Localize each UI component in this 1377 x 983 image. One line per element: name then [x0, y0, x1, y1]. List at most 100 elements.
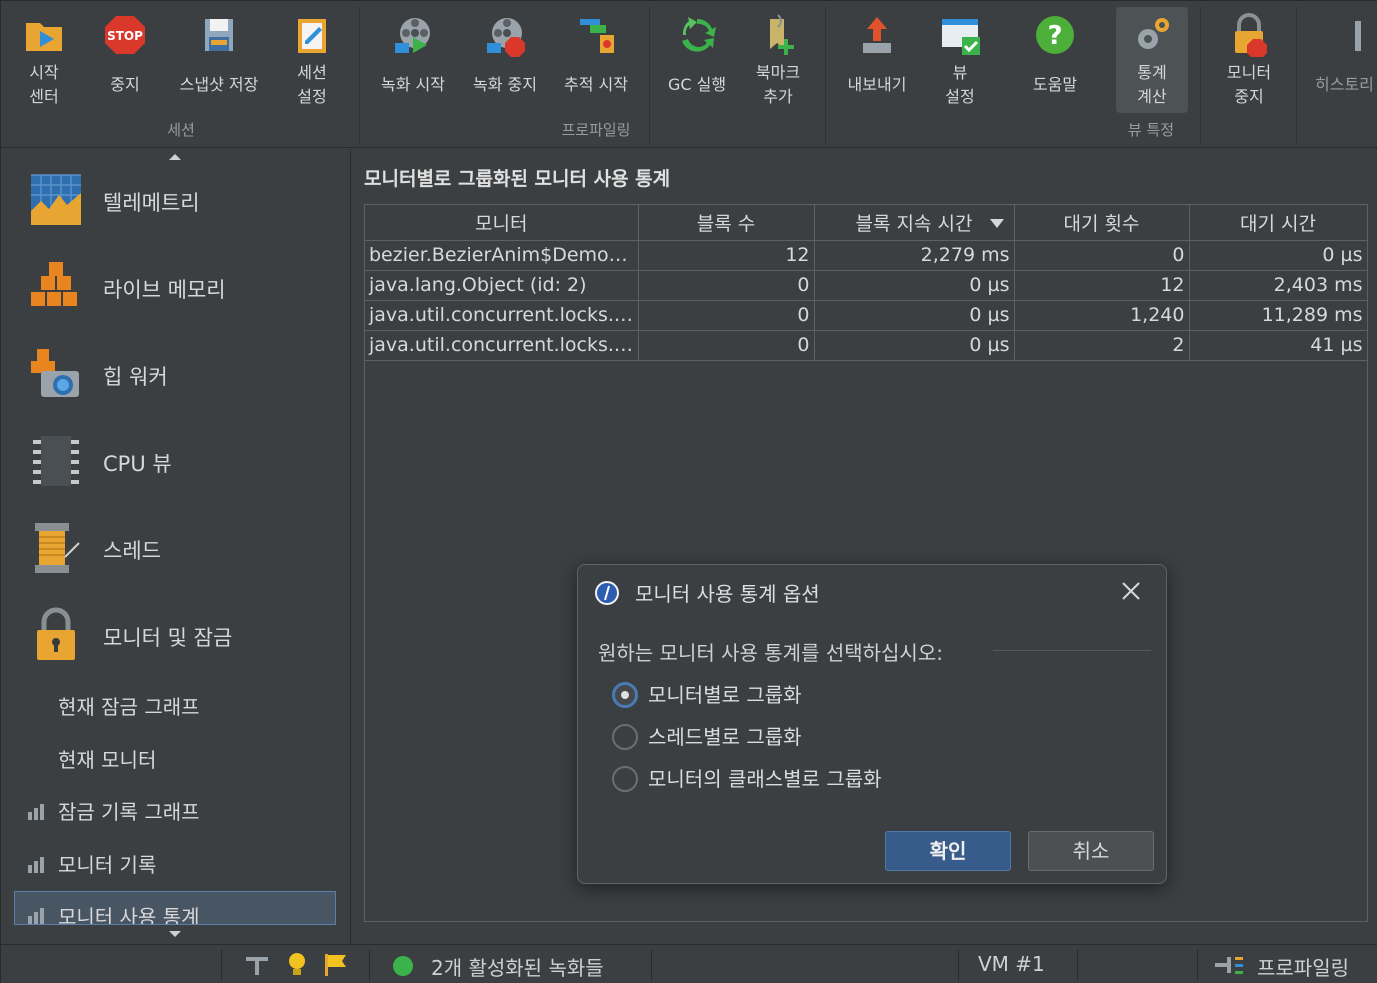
sidebar-item-threads[interactable]: 스레드 — [1, 502, 351, 588]
bar-chart-icon — [28, 857, 44, 873]
cell-block-count: 0 — [638, 300, 815, 331]
radio-button[interactable] — [612, 724, 638, 750]
flag-icon[interactable] — [323, 952, 349, 978]
table-row[interactable]: java.lang.Object (id: 2) 0 0 µs 12 2,403… — [365, 270, 1368, 301]
cell-monitor: java.util.concurrent.locks.R... — [365, 330, 639, 361]
session-settings-icon — [298, 19, 326, 53]
profiling-mode-icon — [1215, 957, 1243, 974]
toolbar-separator — [359, 7, 360, 143]
recording-active-icon — [393, 956, 413, 976]
column-header-monitor[interactable]: 모니터 — [365, 205, 639, 241]
cell-block-count: 12 — [638, 240, 815, 271]
session-settings-button[interactable]: 세션 설정 — [277, 7, 347, 113]
stop-recording-button[interactable]: 녹화 중지 — [461, 7, 549, 113]
active-recordings-status[interactable]: 2개 활성화된 녹화들 — [431, 952, 604, 981]
cell-monitor: java.util.concurrent.locks.A... — [365, 300, 639, 331]
start-center-button[interactable]: 시작 센터 — [7, 7, 81, 113]
profiling-mode-status[interactable]: 프로파일링 — [1257, 952, 1349, 981]
status-bar: 2개 활성화된 녹화들 VM #1 프로파일링 — [1, 944, 1377, 983]
cell-wait-duration: 0 µs — [1189, 240, 1368, 271]
vm-status[interactable]: VM #1 — [978, 952, 1045, 976]
radio-button[interactable] — [612, 766, 638, 792]
group-label-session: 세션 — [167, 121, 195, 139]
cell-monitor: java.lang.Object (id: 2) — [365, 270, 639, 301]
cell-block-duration: 0 µs — [814, 270, 1015, 301]
column-header-block-duration[interactable]: 블록 지속 시간 — [814, 205, 1015, 241]
pin-icon[interactable] — [244, 953, 270, 977]
stop-button[interactable]: STOP 중지 — [89, 7, 161, 113]
stop-icon: STOP — [105, 16, 145, 54]
app-window: 시작 센터 STOP 중지 스냅샷 저장 세션 설정 녹화 시작 녹화 중지 추… — [0, 0, 1377, 983]
close-icon[interactable] — [1118, 578, 1144, 604]
svg-text:?: ? — [1047, 21, 1062, 51]
cell-block-duration: 2,279 ms — [814, 240, 1015, 271]
column-header-wait-duration[interactable]: 대기 시간 — [1189, 205, 1368, 241]
status-separator — [651, 949, 652, 981]
svg-text:STOP: STOP — [107, 29, 143, 43]
table-row[interactable]: bezier.BezierAnim$Demo (i... 12 2,279 ms… — [365, 240, 1368, 271]
cell-wait-count: 1,240 — [1014, 300, 1190, 331]
add-bookmark-button[interactable]: 북마크 추가 — [741, 7, 815, 113]
help-icon: ? — [1036, 16, 1074, 54]
table-header: 모니터 블록 수 블록 지속 시간 대기 횟수 대기 시간 — [365, 205, 1368, 241]
cell-wait-duration: 41 µs — [1189, 330, 1368, 361]
status-separator — [1197, 949, 1198, 981]
ok-button[interactable]: 확인 — [885, 831, 1011, 871]
sidebar-item-cpu-views[interactable]: CPU 뷰 — [1, 415, 351, 501]
stop-monitor-button[interactable]: 모니터 중지 — [1211, 7, 1287, 113]
table-row[interactable]: java.util.concurrent.locks.A... 0 0 µs 1… — [365, 300, 1368, 331]
save-snapshot-button[interactable]: 스냅샷 저장 — [167, 7, 271, 113]
sidebar-subitem-current-locking-graph[interactable]: 현재 잠금 그래프 — [1, 681, 351, 725]
cpu-icon — [33, 436, 79, 486]
status-separator — [221, 949, 222, 981]
dialog-title: 모니터 사용 통계 옵션 — [635, 582, 820, 606]
start-recording-button[interactable]: 녹화 시작 — [369, 7, 457, 113]
stop-recording-icon — [487, 18, 525, 57]
sidebar: 텔레메트리 라이브 메모리 힙 워커 CPU 뷰 스레드 모니터 및 잠금 현재… — [1, 149, 351, 944]
save-snapshot-icon — [205, 19, 233, 51]
column-header-wait-count[interactable]: 대기 횟수 — [1014, 205, 1190, 241]
cell-wait-count: 2 — [1014, 330, 1190, 361]
cell-block-duration: 0 µs — [814, 330, 1015, 361]
sidebar-item-live-memory[interactable]: 라이브 메모리 — [1, 241, 351, 327]
compute-statistics-button[interactable]: 통계 계산 — [1116, 7, 1188, 113]
sidebar-subitem-locking-history-graph[interactable]: 잠금 기록 그래프 — [1, 786, 351, 830]
add-bookmark-icon — [770, 14, 794, 55]
divider — [993, 650, 1151, 651]
history-icon — [1355, 21, 1361, 51]
threads-icon — [35, 523, 80, 573]
sidebar-subitem-monitor-usage-statistics[interactable]: 모니터 사용 통계 — [14, 891, 336, 925]
sidebar-subitem-monitor-history[interactable]: 모니터 기록 — [1, 839, 351, 883]
lightbulb-icon[interactable] — [286, 951, 308, 979]
gc-icon — [682, 17, 716, 52]
column-header-block-count[interactable]: 블록 수 — [638, 205, 815, 241]
table-row[interactable]: java.util.concurrent.locks.R... 0 0 µs 2… — [365, 330, 1368, 361]
start-recording-icon — [395, 18, 430, 53]
group-label-profiling: 프로파일링 — [561, 121, 631, 139]
status-separator — [958, 949, 959, 981]
help-button[interactable]: ? 도움말 — [1017, 7, 1093, 113]
scroll-down-arrow[interactable] — [169, 931, 181, 937]
cell-block-count: 0 — [638, 330, 815, 361]
cell-wait-duration: 2,403 ms — [1189, 270, 1368, 301]
sidebar-subitem-current-monitors[interactable]: 현재 모니터 — [1, 734, 351, 778]
view-settings-button[interactable]: 뷰 설정 — [923, 7, 997, 113]
view-settings-icon — [942, 19, 980, 55]
dialog-prompt: 원하는 모니터 사용 통계를 선택하십시오: — [598, 641, 943, 665]
history-button[interactable]: 히스토리 — [1307, 7, 1377, 113]
cell-monitor: bezier.BezierAnim$Demo (i... — [365, 240, 639, 271]
lock-icon — [37, 607, 75, 660]
start-tracking-button[interactable]: 추적 시작 — [553, 7, 639, 113]
radio-button[interactable] — [612, 682, 638, 708]
compute-statistics-icon — [1138, 18, 1169, 49]
sidebar-item-telemetry[interactable]: 텔레메트리 — [1, 154, 351, 240]
run-gc-button[interactable]: GC 실행 — [657, 7, 737, 113]
telemetry-icon — [31, 174, 81, 225]
cancel-button[interactable]: 취소 — [1028, 831, 1154, 871]
monitor-usage-options-dialog: 모니터 사용 통계 옵션 원하는 모니터 사용 통계를 선택하십시오: 모니터별… — [577, 564, 1167, 884]
sidebar-item-heap-walker[interactable]: 힙 워커 — [1, 328, 351, 414]
export-button[interactable]: 내보내기 — [835, 7, 919, 113]
sidebar-item-monitors-locks[interactable]: 모니터 및 잠금 — [1, 589, 351, 675]
app-logo-icon — [595, 581, 619, 605]
status-separator — [369, 949, 370, 981]
